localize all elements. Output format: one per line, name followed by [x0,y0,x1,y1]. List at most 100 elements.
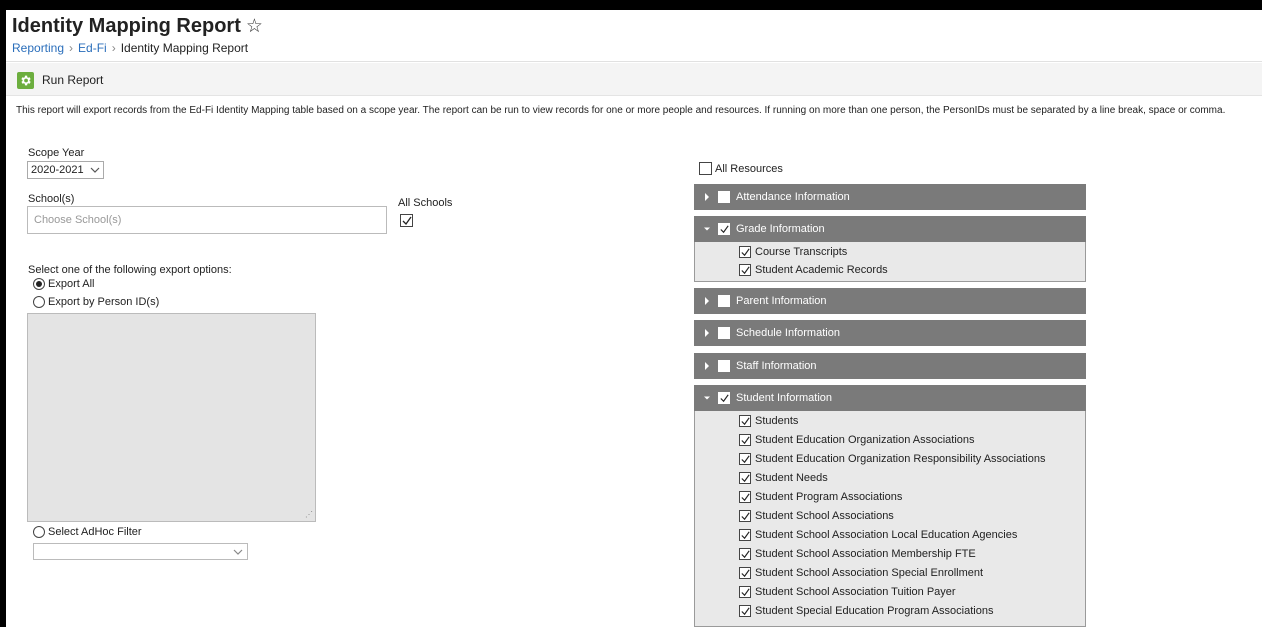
resource-checkbox[interactable] [739,453,751,465]
resource-label: Student Special Education Program Associ… [755,605,994,617]
caret-down-icon [704,227,710,231]
run-report-label: Run Report [42,73,104,87]
group-label-grade: Grade Information [736,223,825,235]
group-body-student: Students Student Education Organization … [694,411,1086,627]
person-id-textarea[interactable]: ⋰ [27,313,316,522]
breadcrumb-reporting[interactable]: Reporting [12,41,64,55]
resource-label: Students [755,415,799,427]
all-schools-checkbox[interactable] [400,214,413,227]
export-by-person-option[interactable]: Export by Person ID(s) [33,296,159,308]
resource-label: Student Program Associations [755,491,903,503]
adhoc-filter-label: Select AdHoc Filter [48,526,142,538]
resource-checkbox[interactable] [739,415,751,427]
adhoc-filter-select[interactable] [33,543,248,560]
resource-checkbox[interactable] [739,434,751,446]
resource-item[interactable]: Student School Association Local Educati… [739,529,1017,541]
scope-year-label: Scope Year [28,147,85,159]
scope-year-value: 2020-2021 [31,164,84,176]
resource-item[interactable]: Student School Association Special Enrol… [739,567,983,579]
resource-item[interactable]: Student School Associations [739,510,894,522]
resource-checkbox[interactable] [739,246,751,258]
group-label-attendance: Attendance Information [736,191,850,203]
resource-checkbox[interactable] [739,472,751,484]
all-resources-checkbox[interactable] [699,162,712,175]
group-header-parent[interactable]: Parent Information [694,288,1086,314]
group-header-student[interactable]: Student Information [694,385,1086,411]
checkmark-icon [741,588,750,597]
resource-item[interactable]: Student Education Organization Responsib… [739,453,1045,465]
resource-item[interactable]: Student School Association Tuition Payer [739,586,956,598]
all-resources-option[interactable]: All Resources [699,162,783,175]
school-input[interactable]: Choose School(s) [27,206,387,234]
gear-icon [17,71,34,89]
export-all-radio[interactable] [33,278,45,290]
run-report-button[interactable]: Run Report [17,70,103,90]
export-by-person-radio[interactable] [33,296,45,308]
group-label-staff: Staff Information [736,360,817,372]
checkmark-icon [402,216,412,226]
scope-year-select[interactable]: 2020-2021 [27,161,104,179]
checkmark-icon [741,493,750,502]
grade-checkbox[interactable] [718,223,730,235]
star-icon[interactable]: ☆ [246,15,263,38]
resource-item[interactable]: Student Academic Records [739,264,888,276]
resource-item[interactable]: Student Needs [739,472,828,484]
chevron-down-icon [233,549,243,555]
resource-checkbox[interactable] [739,264,751,276]
caret-down-icon [704,396,710,400]
resource-checkbox[interactable] [739,567,751,579]
resource-checkbox[interactable] [739,529,751,541]
resource-item[interactable]: Student Program Associations [739,491,902,503]
adhoc-filter-option[interactable]: Select AdHoc Filter [33,526,142,538]
resource-item[interactable]: Course Transcripts [739,246,847,258]
export-all-label: Export All [48,278,95,290]
group-header-staff[interactable]: Staff Information [694,353,1086,379]
group-header-schedule[interactable]: Schedule Information [694,320,1086,346]
group-label-student: Student Information [736,392,833,404]
all-resources-label: All Resources [715,162,783,175]
resource-checkbox[interactable] [739,510,751,522]
staff-checkbox[interactable] [718,360,730,372]
chevron-right-icon: › [69,41,74,55]
checkmark-icon [741,436,750,445]
checkmark-icon [741,417,750,426]
parent-checkbox[interactable] [718,295,730,307]
schedule-checkbox[interactable] [718,327,730,339]
resource-checkbox[interactable] [739,605,751,617]
resource-item[interactable]: Student Special Education Program Associ… [739,605,993,617]
checkmark-icon [741,550,750,559]
resource-item[interactable]: Students [739,415,798,427]
resource-checkbox[interactable] [739,586,751,598]
breadcrumb-ed-fi[interactable]: Ed-Fi [78,41,107,55]
breadcrumb-current: Identity Mapping Report [120,41,249,55]
resize-grip-icon[interactable]: ⋰ [305,511,313,519]
resource-label: Student Needs [755,472,828,484]
group-body-grade: Course Transcripts Student Academic Reco… [694,242,1086,282]
checkmark-icon [741,474,750,483]
caret-right-icon [705,362,709,370]
checkmark-icon [741,569,750,578]
report-page: Identity Mapping Report ☆ Reporting › Ed-Fi… [6,10,1262,627]
caret-right-icon [705,329,709,337]
resource-label: Student Academic Records [755,264,888,276]
resource-item[interactable]: Student Education Organization Associati… [739,434,975,446]
student-checkbox[interactable] [718,392,730,404]
all-schools-label: All Schools [398,197,453,209]
resource-checkbox[interactable] [739,548,751,560]
resource-checkbox[interactable] [739,491,751,503]
resource-item[interactable]: Student School Association Membership FT… [739,548,976,560]
group-header-attendance[interactable]: Attendance Information [694,184,1086,210]
group-header-grade[interactable]: Grade Information [694,216,1086,242]
checkmark-icon [741,607,750,616]
export-all-option[interactable]: Export All [33,278,94,290]
adhoc-filter-radio[interactable] [33,526,45,538]
breadcrumb: Reporting › Ed-Fi › Identity Mapping Report [12,41,248,55]
attendance-checkbox[interactable] [718,191,730,203]
group-label-schedule: Schedule Information [736,327,840,339]
resource-label: Student School Association Membership FT… [755,548,976,560]
chevron-right-icon: › [111,41,116,55]
checkmark-icon [741,266,750,275]
page-title: Identity Mapping Report ☆ [12,15,263,38]
caret-right-icon [705,297,709,305]
page-header: Identity Mapping Report ☆ Reporting › Ed-Fi… [6,10,1262,62]
